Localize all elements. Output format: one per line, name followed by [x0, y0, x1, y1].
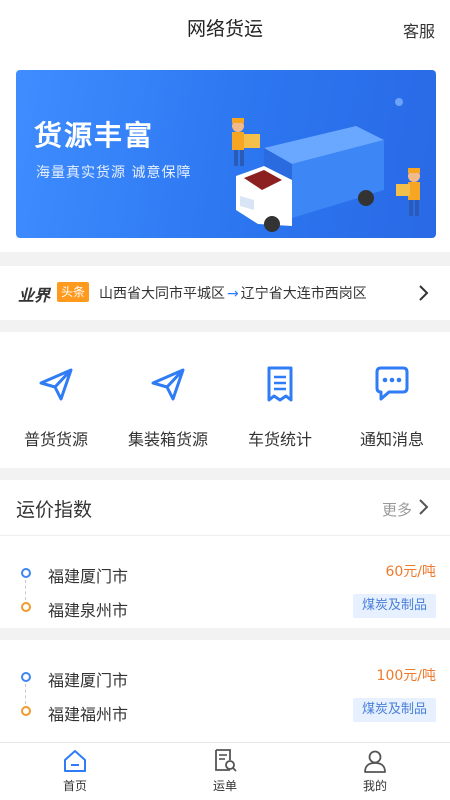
menu-general-cargo[interactable]: 普货货源 [0, 332, 112, 468]
news-ticker[interactable]: 业界 头条 山西省大同市平城区 → 辽宁省大连市西岗区 [0, 266, 450, 320]
menu-container-cargo[interactable]: 集装箱货源 [112, 332, 224, 468]
route-arrow-icon: → [227, 286, 239, 302]
freight-index-header: 运价指数 更多 [0, 480, 450, 536]
destination-dot-icon [21, 602, 31, 612]
route-line [25, 684, 26, 704]
promo-banner[interactable]: 货源丰富 海量真实货源 诚意保障 [16, 70, 436, 238]
tab-label: 首页 [62, 779, 87, 793]
destination-city: 福建福州市 [48, 705, 129, 724]
chevron-right-icon[interactable] [418, 284, 430, 302]
paper-plane-icon [39, 368, 73, 401]
tab-label: 运单 [212, 779, 237, 793]
menu-cargo-stats[interactable]: 车货统计 [224, 332, 336, 468]
menu-label: 车货统计 [247, 430, 312, 449]
cargo-category-badge: 煤炭及制品 [352, 698, 436, 722]
news-logo: 业界 [18, 286, 51, 305]
cargo-category-badge: 煤炭及制品 [352, 594, 436, 618]
headline-tag: 头条 [57, 282, 90, 302]
freight-route-row[interactable]: 福建厦门市 福建泉州市 60元/吨 煤炭及制品 [0, 548, 450, 640]
destination-city: 福建泉州市 [48, 601, 129, 620]
user-icon [364, 750, 386, 773]
origin-city: 福建厦门市 [48, 567, 129, 586]
freight-price: 60元/吨 [385, 564, 436, 580]
quick-menu: 普货货源 集装箱货源 车货统计 通知消息 [0, 332, 450, 468]
tab-waybill[interactable]: 运单 [150, 743, 300, 800]
row-separator [0, 628, 450, 640]
freight-index-panel: 运价指数 更多 福建厦门市 福建泉州市 60元/吨 煤炭及制品 福建厦门市 福建… [0, 480, 450, 744]
news-origin: 山西省大同市平城区 [99, 286, 225, 302]
origin-dot-icon [21, 672, 31, 682]
chevron-right-icon[interactable] [418, 498, 430, 516]
tab-label: 我的 [362, 779, 387, 793]
origin-dot-icon [21, 568, 31, 578]
receipt-icon [267, 366, 293, 402]
chat-bubble-icon [375, 366, 409, 401]
customer-service-button[interactable]: 客服 [403, 18, 435, 42]
menu-label: 集装箱货源 [127, 430, 208, 449]
route-line [25, 580, 26, 600]
menu-label: 通知消息 [359, 430, 424, 449]
news-destination: 辽宁省大连市西岗区 [240, 286, 367, 302]
paper-plane-icon [151, 368, 185, 401]
menu-notifications[interactable]: 通知消息 [336, 332, 448, 468]
home-icon [64, 750, 86, 772]
banner-subtitle: 海量真实货源 诚意保障 [36, 165, 192, 181]
freight-route-row[interactable]: 福建厦门市 福建福州市 100元/吨 煤炭及制品 [0, 652, 450, 744]
more-link[interactable]: 更多 [382, 499, 412, 520]
waybill-search-icon [215, 749, 237, 772]
top-bar: 网络货运 客服 [0, 0, 450, 56]
page-title: 网络货运 [186, 18, 263, 40]
freight-price: 100元/吨 [376, 668, 436, 684]
tab-home[interactable]: 首页 [0, 743, 150, 800]
news-route: 山西省大同市平城区 → 辽宁省大连市西岗区 [99, 283, 367, 303]
bottom-tab-bar: 首页 运单 我的 [0, 742, 450, 800]
banner-headline: 货源丰富 [34, 119, 155, 152]
tab-profile[interactable]: 我的 [300, 743, 450, 800]
section-title: 运价指数 [16, 499, 93, 521]
destination-dot-icon [21, 706, 31, 716]
menu-label: 普货货源 [23, 430, 88, 449]
origin-city: 福建厦门市 [48, 671, 129, 690]
banner-section: 货源丰富 海量真实货源 诚意保障 [0, 56, 450, 252]
truck-illustration-icon [232, 98, 420, 232]
